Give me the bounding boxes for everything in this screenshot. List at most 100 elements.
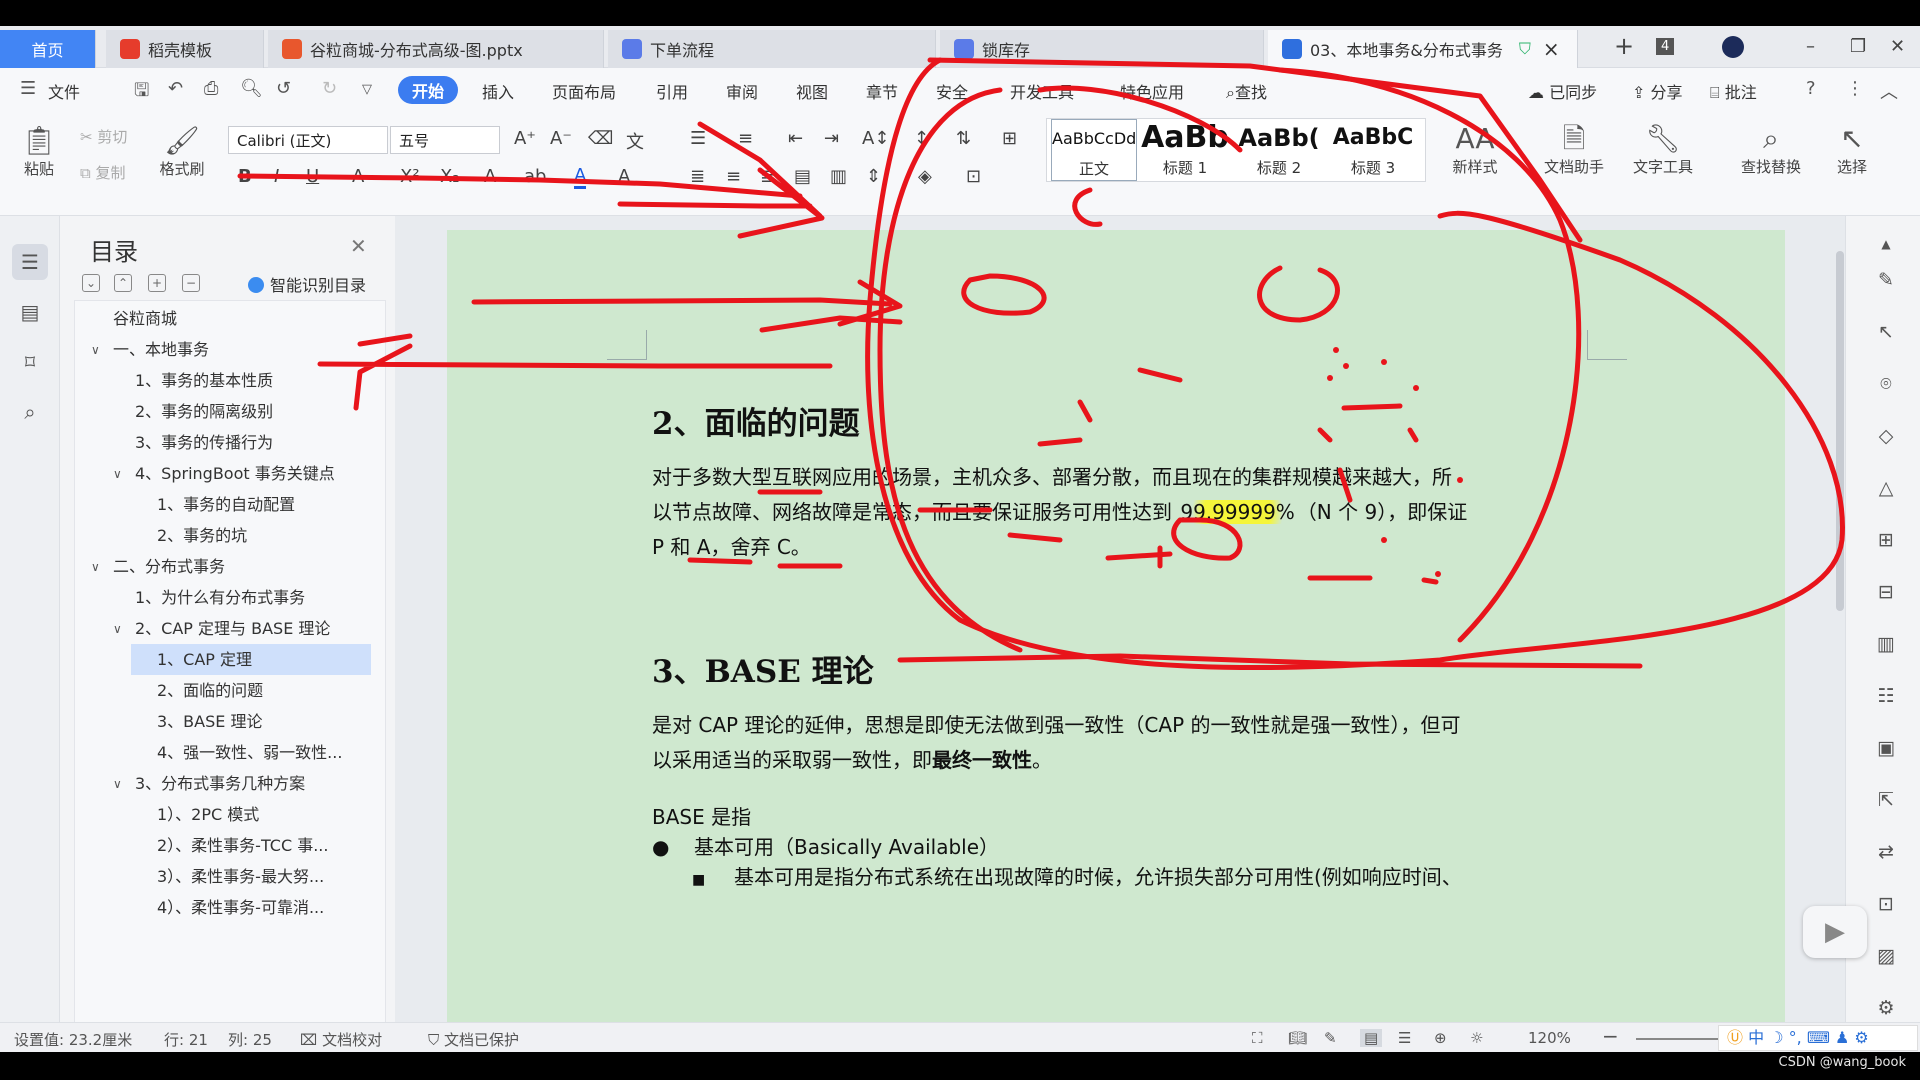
toc-item[interactable]: 1）、2PC 模式 [75,799,385,830]
sort-icon[interactable]: ↕ [914,128,929,149]
help-icon[interactable]: ? [1806,78,1816,99]
toc-item[interactable]: 4）、柔性事务-可靠消... [75,892,385,923]
menu-search[interactable]: ⌕查找 [1226,79,1267,103]
picture-icon[interactable]: ▨ [1872,942,1900,970]
sync-status[interactable]: ☁ 已同步 [1528,79,1597,103]
toc-item[interactable]: 3）、柔性事务-最大努... [75,861,385,892]
tab-home[interactable]: 首页 [0,30,96,68]
triangle-icon[interactable]: △ [1872,474,1900,502]
pages-icon[interactable]: ▤ [12,294,48,330]
translate-icon[interactable]: ⇄ [1872,838,1900,866]
char-shading-icon[interactable]: A [618,166,630,187]
eye-protect-icon[interactable]: ☼ [1470,1029,1483,1047]
numbering-icon[interactable]: ≡ [738,128,753,149]
fullscreen-icon[interactable]: ⛶ [1252,1029,1263,1047]
read-mode-icon[interactable]: 📖︎ [1288,1029,1307,1047]
window-close-icon[interactable]: ✕ [1890,36,1905,57]
minimize-icon[interactable]: – [1806,36,1815,57]
expand-level-icon[interactable]: ⌃ [114,274,132,292]
toc-item[interactable]: 1、事务的自动配置 [75,489,385,520]
text-effect-icon[interactable]: A [484,166,496,187]
bullets-icon[interactable]: ☰ [690,128,706,149]
scroll-up-icon[interactable]: ▲ [1872,230,1900,258]
menu-file[interactable]: 文件 [48,79,80,103]
select-button[interactable]: ↖ 选择 [1824,122,1880,177]
toc-item[interactable]: 一、本地事务 [75,334,385,365]
chevron-down-icon[interactable]: ▽ [362,82,372,97]
save-icon[interactable]: 🖫 [134,78,149,108]
text-tools-button[interactable]: 🔧︎ 文字工具 [1620,122,1706,177]
align-left-icon[interactable]: ≣ [690,166,705,187]
toc-item[interactable]: 1、事务的基本性质 [75,365,385,396]
toc-item[interactable]: 4、强一致性、弱一致性... [75,737,385,768]
print-preview-icon[interactable]: 🔍︎ [240,78,263,99]
protection-status[interactable]: ⛉ 文档已保护 [428,1029,519,1050]
font-size-select[interactable]: 五号 [390,126,500,154]
clear-format-icon[interactable]: ⌫ [588,128,613,149]
increase-indent-icon[interactable]: ⇥ [824,128,839,149]
menu-view[interactable]: 视图 [796,79,828,103]
decrease-indent-icon[interactable]: ⇤ [788,128,803,149]
tab-docer[interactable]: 稻壳模板 [106,30,264,68]
redo-icon[interactable]: ↻ [322,78,337,99]
style-heading-1[interactable]: AaBb 标题 1 [1139,119,1231,181]
collapse-all-icon[interactable]: ⌄ [82,274,100,292]
distribute-icon[interactable]: ▥ [830,166,847,187]
chart-icon[interactable]: ▥ [1872,630,1900,658]
web-view-icon[interactable]: ⊕ [1434,1029,1447,1047]
toc-item[interactable]: 2、事务的隔离级别 [75,396,385,427]
location-icon[interactable]: ⌾ [1872,370,1900,398]
zoom-out-icon[interactable]: − [1602,1024,1619,1048]
hamburger-icon[interactable]: ☰ [20,78,36,99]
share-button[interactable]: ⇪ 分享 [1632,79,1683,103]
menu-page-layout[interactable]: 页面布局 [552,79,616,103]
document-page[interactable]: 2、面临的问题 对于多数大型互联网应用的场景，主机众多、部署分散，而且现在的集群… [447,230,1785,1052]
toc-item[interactable]: 3、分布式事务几种方案 [75,768,385,799]
toc-item[interactable]: 二、分布式事务 [75,551,385,582]
page-view-icon[interactable]: ▤ [1360,1029,1383,1047]
toc-item[interactable]: 1、为什么有分布式事务 [75,582,385,613]
toc-item[interactable]: 谷粒商城 [75,303,385,334]
archive-icon[interactable]: ⊡ [1872,890,1900,918]
toc-item[interactable]: 3、事务的传播行为 [75,427,385,458]
image-icon[interactable]: ▣ [1872,734,1900,762]
tab-order-flow[interactable]: 下单流程 [608,30,936,68]
text-direction-icon[interactable]: A↕ [862,128,889,149]
document-canvas[interactable]: 2、面临的问题 对于多数大型互联网应用的场景，主机众多、部署分散，而且现在的集群… [395,216,1845,1052]
phonetic-icon[interactable]: 文 [626,128,644,154]
copy-button[interactable]: ⧉ 复制 [80,162,126,183]
border-icon[interactable]: ⊡ [966,166,981,187]
tab-lock-stock[interactable]: 锁库存 [940,30,1264,68]
menu-chapter[interactable]: 章节 [866,79,898,103]
style-heading-2[interactable]: AaBb(标题 2 [1233,119,1325,181]
toc-item[interactable]: 2、CAP 定理与 BASE 理论 [75,613,385,644]
style-heading-3[interactable]: AaBbC 标题 3 [1327,119,1419,181]
collapse-ribbon-icon[interactable]: ︿ [1880,78,1898,104]
menu-references[interactable]: 引用 [656,79,688,103]
sliders-icon[interactable]: ☷ [1872,682,1900,710]
subscript-icon[interactable]: X₂ [440,166,460,187]
annotate-button[interactable]: ⌸ 批注 [1710,79,1757,103]
paste-button[interactable]: 📋︎ 粘贴 [14,124,64,179]
italic-icon[interactable]: I [274,166,279,187]
layout-icon[interactable]: ⊟ [1872,578,1900,606]
justify-icon[interactable]: ▤ [794,166,811,187]
menu-dev-tools[interactable]: 开发工具 [1010,79,1074,103]
toc-item[interactable]: 2、面临的问题 [75,675,385,706]
toc-item[interactable]: 4、SpringBoot 事务关键点 [75,458,385,489]
font-name-select[interactable]: Calibri (正文) [228,126,388,154]
strikethrough-icon[interactable]: A [352,166,364,187]
export-icon[interactable]: ⇱ [1872,786,1900,814]
toc-item[interactable]: 2）、柔性事务-TCC 事... [75,830,385,861]
ime-toolbar[interactable]: Ⓤ 中 ☽ °, ⌨ ♟ ⚙ [1718,1025,1918,1051]
table-icon[interactable]: ⊞ [1002,128,1017,149]
smart-toc-button[interactable]: 智能识别目录 [248,272,366,296]
align-right-icon[interactable]: ≣ [760,166,775,187]
settings-icon[interactable]: ⚙ [1872,994,1900,1022]
doc-assistant-button[interactable]: 🗎 文档助手 [1534,122,1614,177]
avatar[interactable] [1722,36,1744,58]
shading-icon[interactable]: ◈ [918,166,932,187]
tab-transactions-doc[interactable]: 03、本地事务&分布式事务 ⛉ × [1268,30,1578,68]
undo-icon[interactable]: ↺ [276,78,291,99]
menu-security[interactable]: 安全 [936,79,968,103]
